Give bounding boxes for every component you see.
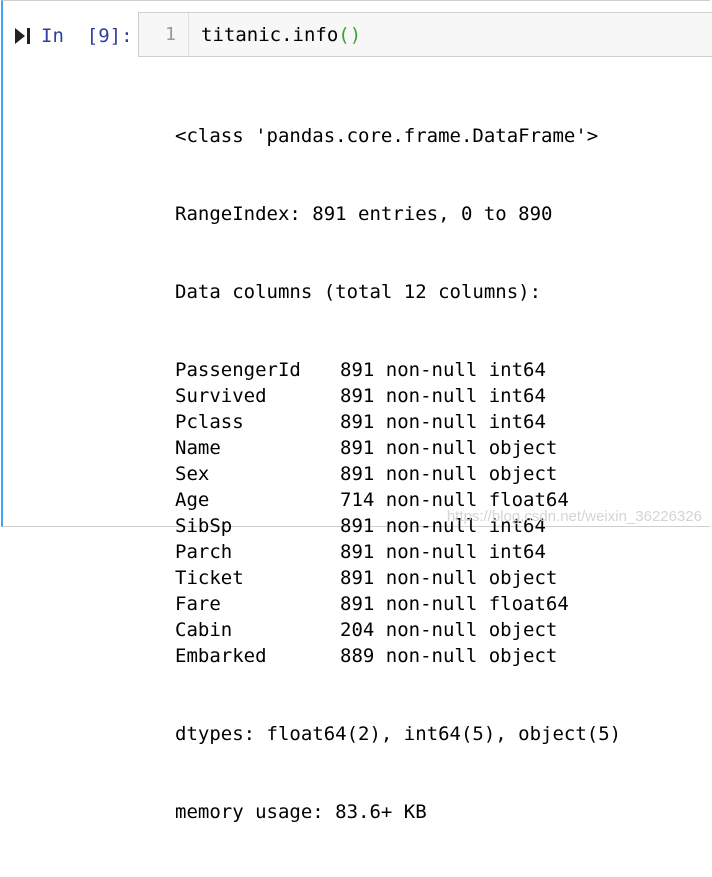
output-range-line: RangeIndex: 891 entries, 0 to 890 — [175, 201, 621, 227]
code-parens: () — [338, 24, 361, 46]
column-row: Ticket891 non-null object — [175, 565, 621, 591]
output-columns-header: Data columns (total 12 columns): — [175, 279, 621, 305]
column-name: Name — [175, 435, 340, 461]
column-name: Sex — [175, 461, 340, 487]
column-info: 204 non-null object — [340, 619, 557, 641]
column-row: PassengerId891 non-null int64 — [175, 357, 621, 383]
column-info: 891 non-null float64 — [340, 593, 569, 615]
column-row: Embarked889 non-null object — [175, 643, 621, 669]
column-row: Survived891 non-null int64 — [175, 383, 621, 409]
column-name: Ticket — [175, 565, 340, 591]
code-input-area[interactable]: 1 titanic.info() — [138, 12, 712, 57]
column-row: Name891 non-null object — [175, 435, 621, 461]
column-info: 891 non-null int64 — [340, 411, 546, 433]
output-memory-line: memory usage: 83.6+ KB — [175, 799, 621, 825]
watermark: https://blog.csdn.net/weixin_36226326 — [447, 508, 702, 525]
line-number: 1 — [165, 23, 176, 47]
column-info: 891 non-null object — [340, 437, 557, 459]
code-function: titanic.info — [201, 24, 338, 46]
column-row: Parch891 non-null int64 — [175, 539, 621, 565]
run-cell-icon[interactable] — [14, 26, 32, 46]
column-row: Sex891 non-null object — [175, 461, 621, 487]
column-name: Fare — [175, 591, 340, 617]
column-info: 891 non-null object — [340, 567, 557, 589]
output-class-line: <class 'pandas.core.frame.DataFrame'> — [175, 123, 621, 149]
column-name: PassengerId — [175, 357, 340, 383]
code-line[interactable]: titanic.info() — [201, 23, 361, 47]
column-row: Fare891 non-null float64 — [175, 591, 621, 617]
line-gutter: 1 — [139, 13, 189, 56]
column-row: Pclass891 non-null int64 — [175, 409, 621, 435]
column-row: Cabin204 non-null object — [175, 617, 621, 643]
column-name: Age — [175, 487, 340, 513]
column-info: 891 non-null int64 — [340, 541, 546, 563]
cell-output: <class 'pandas.core.frame.DataFrame'> Ra… — [175, 71, 621, 877]
input-prompt: In [9]: — [41, 23, 133, 49]
column-name: Cabin — [175, 617, 340, 643]
column-name: Pclass — [175, 409, 340, 435]
column-info: 891 non-null int64 — [340, 385, 546, 407]
notebook-cell[interactable]: In [9]: 1 titanic.info() <class 'pandas.… — [1, 0, 710, 527]
column-name: Embarked — [175, 643, 340, 669]
column-info: 891 non-null object — [340, 463, 557, 485]
column-name: Parch — [175, 539, 340, 565]
column-name: Survived — [175, 383, 340, 409]
column-info: 891 non-null int64 — [340, 359, 546, 381]
column-info: 889 non-null object — [340, 645, 557, 667]
column-name: SibSp — [175, 513, 340, 539]
output-dtypes-line: dtypes: float64(2), int64(5), object(5) — [175, 721, 621, 747]
